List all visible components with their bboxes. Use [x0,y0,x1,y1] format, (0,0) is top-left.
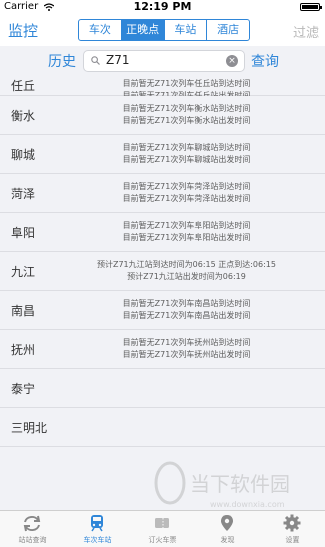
search-row: 历史 Z71 × 查询 [0,46,325,77]
segmented-control: 车次 正晚点 车站 酒店 [78,19,250,41]
tab-label: 站站查询 [18,536,47,544]
departure-info: 目前暂无Z71次列车菏泽站出发时间 [122,194,251,203]
history-button[interactable]: 历史 [48,51,76,71]
tab-book-ticket[interactable]: 订火车票 [130,511,195,547]
list-item[interactable]: 三明北 [0,408,325,447]
station-name: 九江 [11,265,36,279]
arrival-info: 目前暂无Z71次列车菏泽站到达时间 [122,182,251,191]
tab-station-query[interactable]: 站站查询 [0,511,65,547]
list-item[interactable]: 南昌 目前暂无Z71次列车南昌站到达时间 目前暂无Z71次列车南昌站出发时间 [0,291,325,330]
tab-bar: 站站查询 车次车站 订火车票 发现 设置 [0,510,325,547]
list-item[interactable]: 阜阳 目前暂无Z71次列车阜阳站到达时间 目前暂无Z71次列车阜阳站出发时间 [0,213,325,252]
clear-icon[interactable]: × [226,55,238,67]
list-item[interactable]: 抚州 目前暂无Z71次列车抚州站到达时间 目前暂无Z71次列车抚州站出发时间 [0,330,325,369]
station-info: 目前暂无Z71次列车南昌站到达时间 目前暂无Z71次列车南昌站出发时间 [48,298,325,322]
list-item[interactable]: 衡水 目前暂无Z71次列车衡水站到达时间 目前暂无Z71次列车衡水站出发时间 [0,96,325,135]
station-info: 目前暂无Z71次列车抚州站到达时间 目前暂无Z71次列车抚州站出发时间 [48,337,325,361]
status-time: 12:19 PM [133,0,192,13]
segment-hotel[interactable]: 酒店 [206,20,249,40]
list-item[interactable]: 泰宁 [0,369,325,408]
station-name: 菏泽 [11,187,36,201]
arrival-info: 目前暂无Z71次列车南昌站到达时间 [122,299,251,308]
departure-info: 目前暂无Z71次列车阜阳站出发时间 [122,233,251,242]
station-name: 聊城 [11,148,36,162]
station-info: 预计Z71九江站到达时间为06:15 正点到达:06:15 预计Z71九江站出发… [48,259,325,283]
segment-punctuality[interactable]: 正晚点 [120,20,164,40]
list-item[interactable]: 任丘 目前暂无Z71次列车任丘站到达时间 目前暂无Z71次列车任丘站出发时间 [0,76,325,100]
station-info: 目前暂无Z71次列车聊城站到达时间 目前暂无Z71次列车聊城站出发时间 [48,142,325,166]
arrival-info: 预计Z71九江站到达时间为06:15 正点到达:06:15 [96,260,276,269]
refresh-arrows-icon [23,515,41,532]
filter-button[interactable]: 过滤 [293,22,319,41]
departure-info: 预计Z71九江站出发时间为06:19 [127,272,246,281]
gear-icon [283,514,301,532]
list-item[interactable]: 九江 预计Z71九江站到达时间为06:15 正点到达:06:15 预计Z71九江… [0,252,325,291]
monitor-button[interactable]: 监控 [8,20,38,41]
train-icon [91,515,103,532]
ticket-icon [155,518,169,528]
departure-info: 目前暂无Z71次列车南昌站出发时间 [122,311,251,320]
arrival-info: 目前暂无Z71次列车衡水站到达时间 [122,104,251,113]
arrival-info: 目前暂无Z71次列车抚州站到达时间 [122,338,251,347]
departure-info: 目前暂无Z71次列车聊城站出发时间 [122,155,251,164]
nav-bar: 监控 车次 正晚点 车站 酒店 过滤 [0,14,325,46]
station-name: 衡水 [11,109,36,123]
status-bar: Carrier 12:19 PM [0,0,325,14]
station-info: 目前暂无Z71次列车阜阳站到达时间 目前暂无Z71次列车阜阳站出发时间 [48,220,325,244]
battery-icon [300,3,322,11]
station-name: 南昌 [11,304,36,318]
arrival-info: 目前暂无Z71次列车任丘站到达时间 [122,79,251,88]
station-name: 阜阳 [11,226,36,240]
station-name: 泰宁 [11,382,36,396]
station-info: 目前暂无Z71次列车衡水站到达时间 目前暂无Z71次列车衡水站出发时间 [48,103,325,127]
station-info: 目前暂无Z71次列车菏泽站到达时间 目前暂无Z71次列车菏泽站出发时间 [48,181,325,205]
location-pin-icon [221,515,233,531]
arrival-info: 目前暂无Z71次列车聊城站到达时间 [122,143,251,152]
departure-info: 目前暂无Z71次列车抚州站出发时间 [122,350,251,359]
segment-station[interactable]: 车站 [163,20,207,40]
station-name: 三明北 [11,421,48,435]
list-item[interactable]: 菏泽 目前暂无Z71次列车菏泽站到达时间 目前暂无Z71次列车菏泽站出发时间 [0,174,325,213]
search-icon [91,56,100,65]
search-value: Z71 [106,53,130,67]
segment-train-number[interactable]: 车次 [79,20,121,40]
tab-label: 设置 [285,536,300,544]
arrival-info: 目前暂无Z71次列车阜阳站到达时间 [122,221,251,230]
tab-discover[interactable]: 发现 [195,511,260,547]
tab-train-station[interactable]: 车次车站 [65,511,130,547]
tab-label: 发现 [220,536,235,544]
query-button[interactable]: 查询 [251,51,279,71]
departure-info: 目前暂无Z71次列车衡水站出发时间 [122,116,251,125]
station-list[interactable]: 任丘 目前暂无Z71次列车任丘站到达时间 目前暂无Z71次列车任丘站出发时间 衡… [0,76,325,510]
tab-settings[interactable]: 设置 [260,511,325,547]
station-name: 任丘 [11,79,36,93]
station-name: 抚州 [11,343,36,357]
list-item[interactable]: 聊城 目前暂无Z71次列车聊城站到达时间 目前暂无Z71次列车聊城站出发时间 [0,135,325,174]
tab-label: 订火车票 [148,536,177,544]
tab-label: 车次车站 [83,536,112,544]
search-input[interactable]: Z71 × [83,50,245,72]
